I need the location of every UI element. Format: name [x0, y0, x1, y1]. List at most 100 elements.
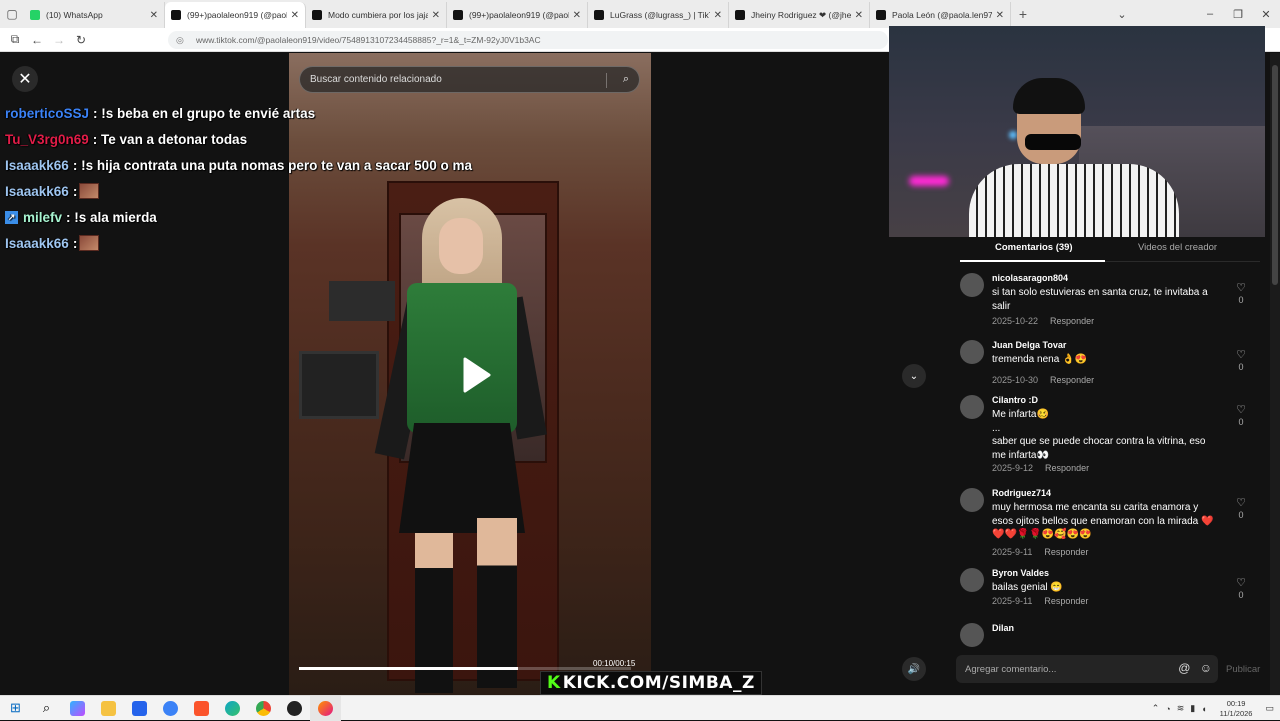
copilot-icon[interactable] — [62, 696, 93, 721]
close-tab-icon[interactable]: ✕ — [714, 10, 722, 21]
like-heart-icon[interactable]: ♡ — [1234, 281, 1248, 294]
close-tab-icon[interactable]: ✕ — [573, 10, 581, 21]
avatar[interactable] — [960, 273, 984, 297]
next-video-button[interactable]: ⌄ — [902, 364, 926, 388]
like-heart-icon[interactable]: ♡ — [1234, 348, 1248, 361]
close-tab-icon[interactable]: ✕ — [855, 10, 863, 21]
comment-meta: 2025-10-22 Responder — [992, 316, 1094, 326]
browser-tab[interactable]: Modo cumbiera por los jajas # ✕ — [306, 2, 447, 28]
file-explorer-icon[interactable] — [93, 696, 124, 721]
edge-icon[interactable] — [217, 696, 248, 721]
comment-username[interactable]: Byron Valdes — [992, 568, 1049, 578]
notifications-icon[interactable]: ▭ — [1265, 703, 1274, 714]
app-icon[interactable] — [155, 696, 186, 721]
like-count: 0 — [1238, 510, 1244, 520]
chat-message: roberticoSSJ: !s beba en el grupo te env… — [5, 100, 565, 126]
scrollbar-thumb[interactable] — [1272, 65, 1278, 285]
avatar[interactable] — [960, 395, 984, 419]
chrome-icon[interactable] — [248, 696, 279, 721]
browser-tab[interactable]: (10) WhatsApp ✕ — [24, 2, 165, 28]
minimize-button[interactable]: – — [1196, 8, 1224, 20]
related-search-input[interactable]: Buscar contenido relacionado ⌕ — [299, 66, 640, 93]
reply-button[interactable]: Responder — [1050, 316, 1094, 326]
browser-tab[interactable]: (99+)paolaleon919 (@paolaleo ✕ — [447, 2, 588, 28]
new-tab-button[interactable]: + — [1011, 6, 1035, 22]
active-tab-indicator — [960, 260, 1105, 262]
avatar[interactable] — [960, 340, 984, 364]
chat-message: Isaaakk66: — [5, 230, 565, 256]
network-icon[interactable]: ◔ — [1165, 704, 1170, 714]
avatar[interactable] — [960, 568, 984, 592]
forward-button[interactable]: → — [48, 33, 70, 47]
comment-username[interactable]: Cilantro :D — [992, 395, 1038, 405]
reply-button[interactable]: Responder — [1044, 547, 1088, 557]
comment-username[interactable]: Dilan — [992, 623, 1014, 633]
tab-actions-icon[interactable]: ▢ — [0, 0, 24, 28]
chat-text: : — [72, 183, 78, 199]
avatar[interactable] — [960, 623, 984, 647]
chat-username: Isaaakk66 — [5, 235, 69, 251]
chat-text: : !s ala mierda — [66, 209, 157, 225]
comment-meta: 2025-10-30 Responder — [992, 375, 1094, 385]
like-heart-icon[interactable]: ♡ — [1234, 403, 1248, 416]
sidebar-toggle-icon[interactable]: ⧉ — [4, 32, 26, 47]
comment-username[interactable]: Juan Delga Tovar — [992, 340, 1066, 350]
tray-overflow-icon[interactable]: ⌃ — [1152, 703, 1160, 714]
close-tab-icon[interactable]: ✕ — [996, 10, 1004, 21]
url-field[interactable]: ◎ www.tiktok.com/@paolaleon919/video/754… — [168, 31, 888, 49]
search-icon[interactable]: ⌕ — [623, 73, 629, 86]
tab-favicon-icon — [876, 10, 886, 20]
like-heart-icon[interactable]: ♡ — [1234, 496, 1248, 509]
mention-icon[interactable]: @ — [1178, 661, 1190, 675]
video-progress-bar[interactable] — [299, 667, 631, 670]
close-tab-icon[interactable]: ✕ — [150, 10, 158, 21]
browser-tab[interactable]: (99+)paolaleon919 (@paola ✕ — [165, 2, 306, 28]
chat-message: Isaaakk66: !s hija contrata una puta nom… — [5, 152, 565, 178]
comment-text: Me infarta🥴 ... saber que se puede choca… — [992, 409, 1206, 461]
restore-button[interactable]: ❐ — [1224, 8, 1252, 21]
avatar[interactable] — [960, 488, 984, 512]
browser-tab[interactable]: Jheiny Rodriguez ❤ (@jheiny ✕ — [729, 2, 870, 28]
volume-icon[interactable]: 🔊 — [902, 657, 926, 681]
start-icon[interactable]: ⊞ — [0, 696, 31, 721]
tab-creator-videos[interactable]: Videos del creador — [1138, 242, 1217, 253]
back-button[interactable]: ← — [26, 33, 48, 47]
play-icon[interactable] — [455, 355, 495, 395]
add-comment-input[interactable]: Agregar comentario... @ ☺ — [956, 655, 1218, 683]
battery-icon[interactable]: ▮ — [1190, 703, 1195, 714]
browser-tab[interactable]: Paola León (@paola.len979) | Ti ✕ — [870, 2, 1011, 28]
volume-tray-icon[interactable]: ◖ — [1201, 704, 1206, 714]
tab-search-icon[interactable]: ⌄ — [1108, 8, 1136, 21]
store-icon[interactable] — [124, 696, 155, 721]
like-count: 0 — [1238, 295, 1244, 305]
clock[interactable]: 00:19 11/1/2026 — [1220, 699, 1253, 719]
comment-username[interactable]: Rodriguez714 — [992, 488, 1051, 498]
close-tab-icon[interactable]: ✕ — [291, 10, 299, 21]
search-icon[interactable]: ⌕ — [31, 696, 62, 721]
comments-panel: Comentarios (39) Videos del creador nico… — [940, 237, 1260, 695]
close-icon[interactable]: ✕ — [12, 66, 38, 92]
reply-button[interactable]: Responder — [1044, 596, 1088, 606]
tab-favicon-icon — [594, 10, 604, 20]
like-heart-icon[interactable]: ♡ — [1234, 576, 1248, 589]
tab-comments[interactable]: Comentarios (39) — [995, 242, 1073, 253]
reply-button[interactable]: Responder — [1045, 463, 1089, 473]
firefox-icon[interactable] — [310, 695, 341, 721]
comment-username[interactable]: nicolasaragon804 — [992, 273, 1068, 283]
browser-tab[interactable]: LuGrass (@lugrass_) | TikTok ✕ — [588, 2, 729, 28]
page-scrollbar[interactable] — [1270, 53, 1280, 695]
like-count: 0 — [1238, 417, 1244, 427]
reply-button[interactable]: Responder — [1050, 375, 1094, 385]
browser-tab-strip: ▢ (10) WhatsApp ✕ (99+)paolaleon919 (@paol… — [0, 0, 1280, 28]
url-text: www.tiktok.com/@paolaleon919/video/75489… — [196, 35, 541, 45]
wifi-icon[interactable]: ≋ — [1177, 703, 1185, 714]
site-info-icon[interactable]: ◎ — [176, 35, 188, 46]
close-tab-icon[interactable]: ✕ — [432, 10, 440, 21]
brave-icon[interactable] — [186, 696, 217, 721]
obs-icon[interactable] — [279, 696, 310, 721]
emoji-icon[interactable]: ☺ — [1200, 661, 1212, 675]
video-progress-fill — [299, 667, 519, 670]
close-window-button[interactable]: ✕ — [1252, 8, 1280, 21]
publish-button[interactable]: Publicar — [1226, 664, 1260, 675]
reload-button[interactable]: ↻ — [70, 33, 92, 47]
